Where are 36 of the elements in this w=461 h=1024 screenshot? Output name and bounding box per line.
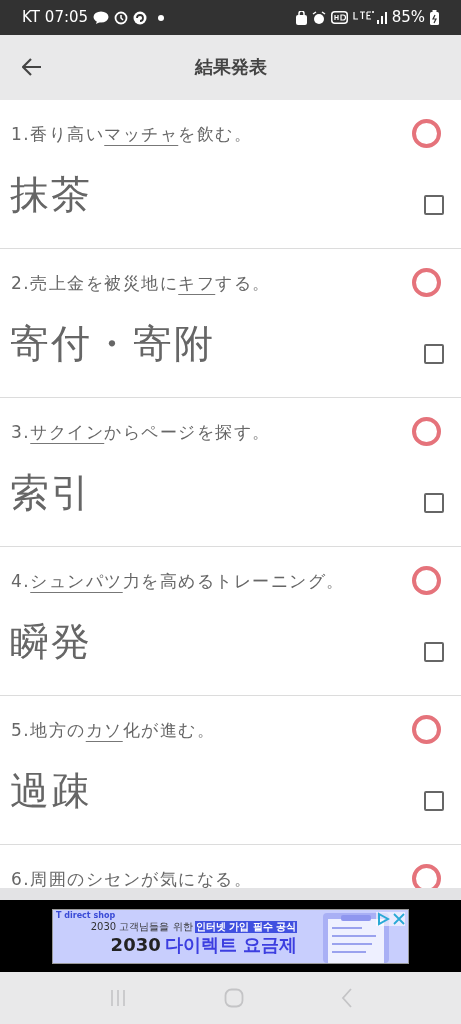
answer-text: 瞬発 [10,618,92,666]
app-circle-icon [133,10,148,25]
page-title: 結果発表 [194,55,267,79]
answer-text: 抹茶 [10,171,92,219]
battery-text: 85% [391,7,425,29]
ad-banner[interactable]: T direct shop 2030 고객님들을 위한 인터넷 가입 필수 공식 2030 다이렉트 요금제 [52,908,409,964]
battery-icon [430,10,439,25]
question-text: 6.周囲の シセンが気になる。 [11,867,253,888]
answer-text: 索引 [10,469,92,517]
answer-text: 寄付・寄附 [10,320,215,368]
answer-text: 過疎 [10,767,92,815]
checkbox[interactable] [424,791,444,811]
question-text: 2.売上金を被災地にキフする。 [11,271,271,294]
checkbox[interactable] [424,493,444,513]
question-text: 3.サクインからページを探す。 [11,420,271,443]
lte-signal-icon [352,9,387,26]
checkbox[interactable] [424,642,444,662]
ad-headline-text: 다이렉트 요금제 [164,932,297,957]
question-text: 4.シュンパツ 力を高めるトレーニング。 [11,569,345,592]
chat-bubble-icon [93,11,110,24]
ad-brand-text: T direct shop [56,910,116,921]
checkbox[interactable] [424,195,444,215]
ad-highlight-text: 인터넷 가입 필수 공식 [194,920,297,933]
clock-icon [114,10,129,25]
question-text: 1.香り高いマッチャ を飲む。 [11,122,253,145]
time-text: 07:05 [44,7,89,29]
dot-icon [158,14,165,21]
checkbox[interactable] [424,344,444,364]
ad-number-text: 2030 [110,932,161,957]
ad-choices-icon[interactable] [376,911,390,926]
alarm-icon [311,10,326,25]
hd-icon [330,11,348,24]
ad-subtitle-text: 2030 고객님들을 위한 [90,920,193,933]
question-text: 5.地方の カソ化が進む。 [11,718,216,741]
carrier-text: KT [22,7,40,29]
lock-icon [295,10,307,25]
